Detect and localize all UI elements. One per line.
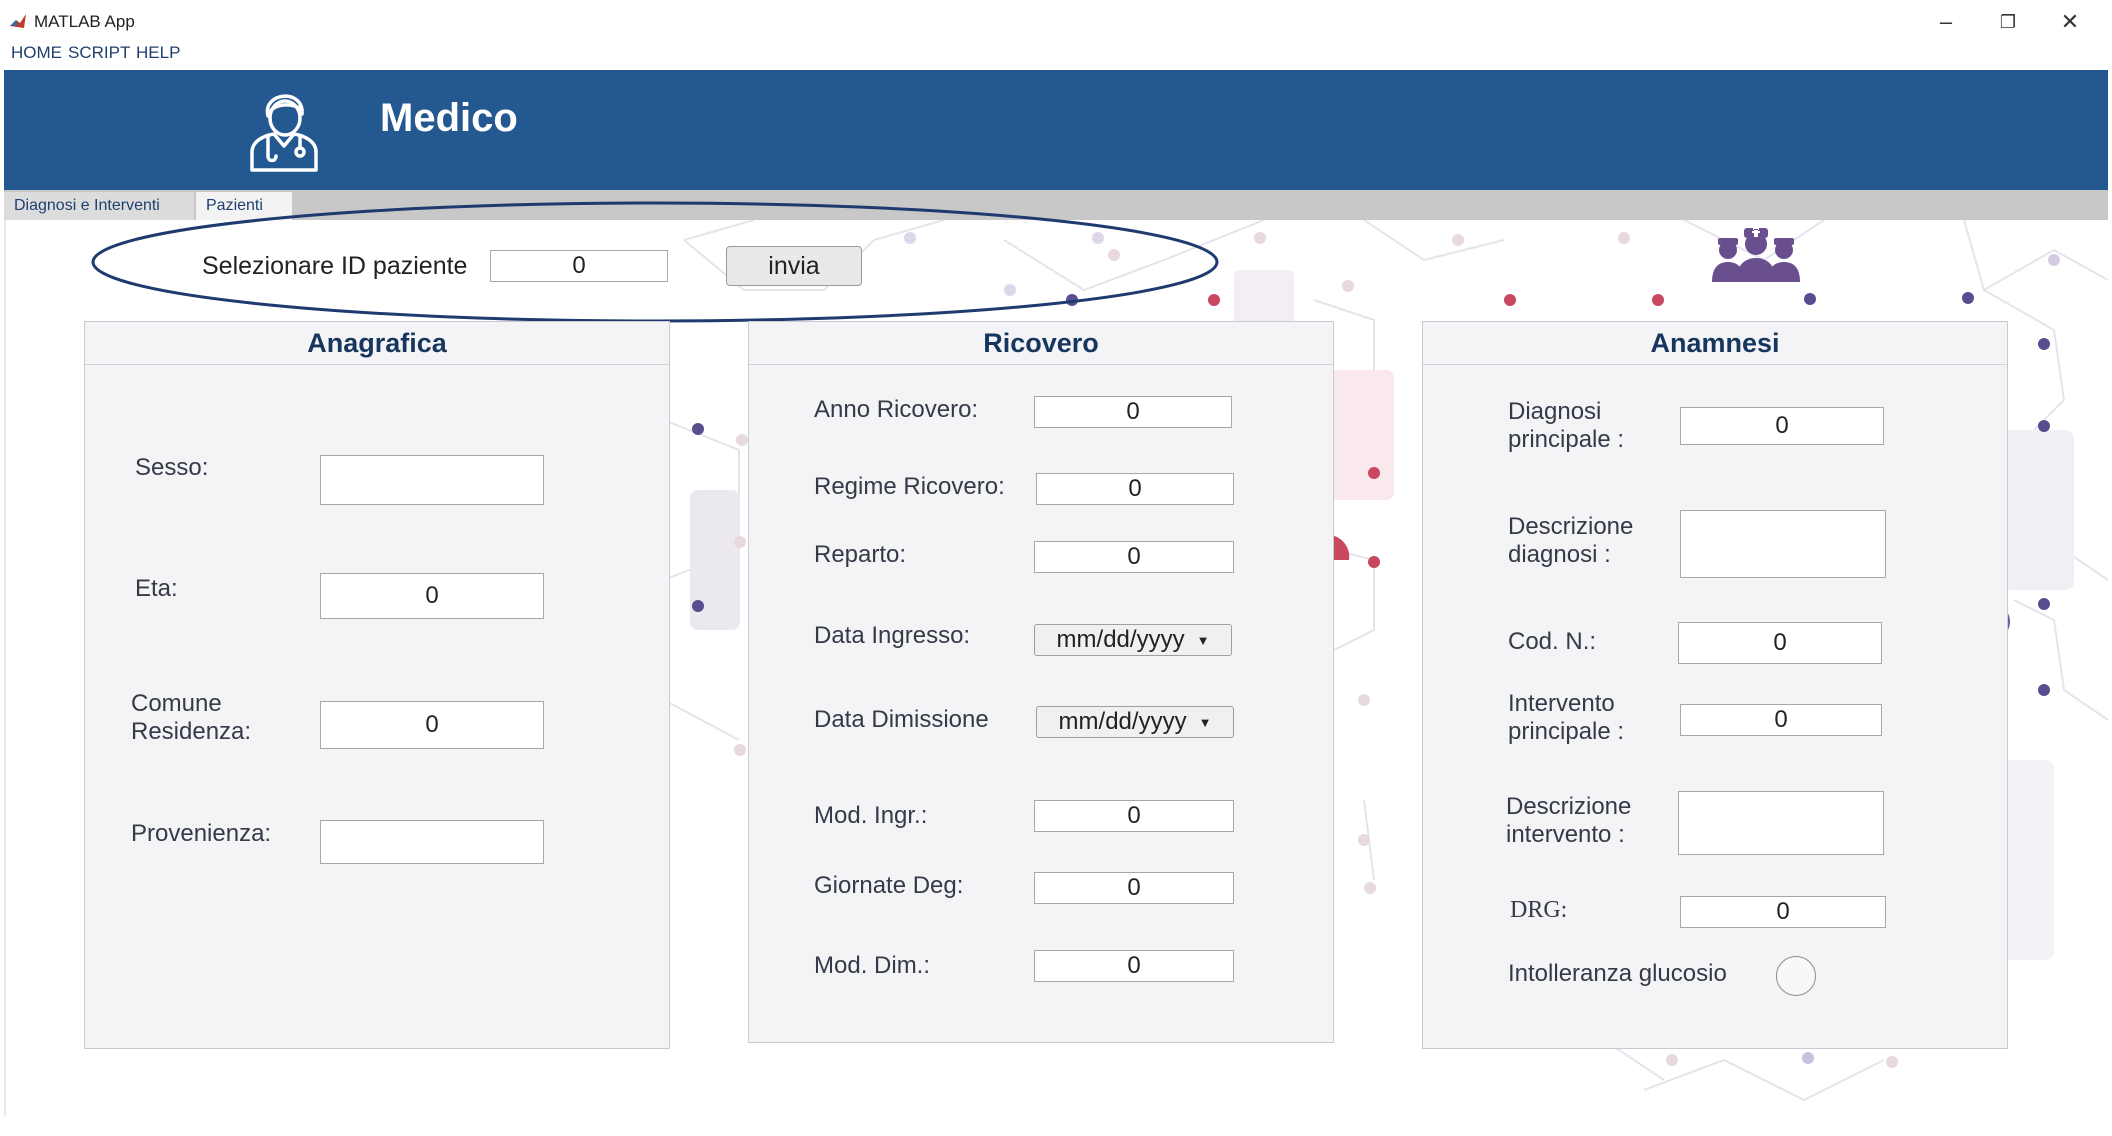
- menu-script[interactable]: SCRIPT: [68, 43, 130, 63]
- doctor-icon: [250, 94, 318, 172]
- data-dimissione-select[interactable]: mm/dd/yyyy ▼: [1036, 706, 1234, 738]
- anno-ricovero-label: Anno Ricovero:: [814, 396, 979, 423]
- menu-home[interactable]: HOME: [11, 43, 62, 63]
- descrizione-intervento-field[interactable]: [1678, 791, 1884, 855]
- drg-field[interactable]: 0: [1680, 896, 1886, 928]
- giornate-deg-field[interactable]: 0: [1034, 872, 1234, 904]
- regime-ricovero-field[interactable]: 0: [1036, 473, 1234, 505]
- intervento-principale-label: Intervento principale :: [1508, 690, 1625, 745]
- diagnosi-principale-label: Diagnosi principale :: [1508, 398, 1625, 453]
- regime-ricovero-label: Regime Ricovero:: [814, 473, 1005, 500]
- mod-dim-label: Mod. Dim.:: [814, 952, 931, 979]
- comune-residenza-label: Comune Residenza:: [131, 690, 252, 745]
- reparto-field[interactable]: 0: [1034, 541, 1234, 573]
- anagrafica-panel: Anagrafica: [84, 321, 670, 1049]
- title-bar: [0, 0, 2112, 40]
- provenienza-field[interactable]: [320, 820, 544, 864]
- provenienza-label: Provenienza:: [131, 820, 272, 847]
- menu-help[interactable]: HELP: [136, 43, 180, 63]
- data-ingresso-label: Data Ingresso:: [814, 622, 971, 649]
- giornate-deg-label: Giornate Deg:: [814, 872, 964, 899]
- invia-button[interactable]: invia: [726, 246, 862, 286]
- page-title: Medico: [380, 96, 518, 140]
- window-title: MATLAB App: [34, 12, 135, 31]
- patient-id-label: Selezionare ID paziente: [202, 252, 468, 280]
- menu-bar: [0, 40, 2112, 66]
- descrizione-diagnosi-label: Descrizione diagnosi :: [1508, 513, 1634, 568]
- sesso-field[interactable]: [320, 455, 544, 505]
- drg-label: DRG:: [1510, 897, 1568, 923]
- intervento-principale-field[interactable]: 0: [1680, 704, 1882, 736]
- chevron-down-icon: ▼: [1196, 632, 1210, 648]
- mod-ingr-field[interactable]: 0: [1034, 800, 1234, 832]
- minimize-button[interactable]: –: [1924, 6, 1968, 38]
- matlab-logo-icon: [8, 12, 28, 30]
- diagnosi-principale-field[interactable]: 0: [1680, 407, 1884, 445]
- mod-dim-field[interactable]: 0: [1034, 950, 1234, 982]
- data-dimissione-value: mm/dd/yyyy: [1058, 708, 1187, 735]
- intolleranza-glucosio-toggle[interactable]: [1776, 956, 1816, 996]
- mod-ingr-label: Mod. Ingr.:: [814, 802, 928, 829]
- anno-ricovero-field[interactable]: 0: [1034, 396, 1232, 428]
- intolleranza-glucosio-label: Intolleranza glucosio: [1508, 960, 1727, 987]
- comune-residenza-field[interactable]: 0: [320, 701, 544, 749]
- anagrafica-title: Anagrafica: [85, 322, 669, 365]
- eta-field[interactable]: 0: [320, 573, 544, 619]
- chevron-down-icon: ▼: [1198, 714, 1212, 730]
- sesso-label: Sesso:: [135, 454, 209, 481]
- close-button[interactable]: ✕: [2048, 6, 2092, 38]
- anamnesi-title: Anamnesi: [1423, 322, 2007, 365]
- medical-staff-icon: [1712, 228, 1800, 282]
- patient-id-input[interactable]: 0: [490, 250, 668, 282]
- data-ingresso-select[interactable]: mm/dd/yyyy ▼: [1034, 624, 1232, 656]
- ricovero-panel: Ricovero: [748, 321, 1334, 1043]
- descrizione-intervento-label: Descrizione intervento :: [1506, 793, 1632, 848]
- restore-button[interactable]: ❐: [1986, 6, 2030, 38]
- eta-label: Eta:: [135, 575, 178, 602]
- cod-n-field[interactable]: 0: [1678, 622, 1882, 664]
- descrizione-diagnosi-field[interactable]: [1680, 510, 1886, 578]
- cod-n-label: Cod. N.:: [1508, 628, 1597, 655]
- ricovero-title: Ricovero: [749, 322, 1333, 365]
- reparto-label: Reparto:: [814, 541, 907, 568]
- data-ingresso-value: mm/dd/yyyy: [1056, 626, 1185, 653]
- data-dimissione-label: Data Dimissione: [814, 706, 989, 733]
